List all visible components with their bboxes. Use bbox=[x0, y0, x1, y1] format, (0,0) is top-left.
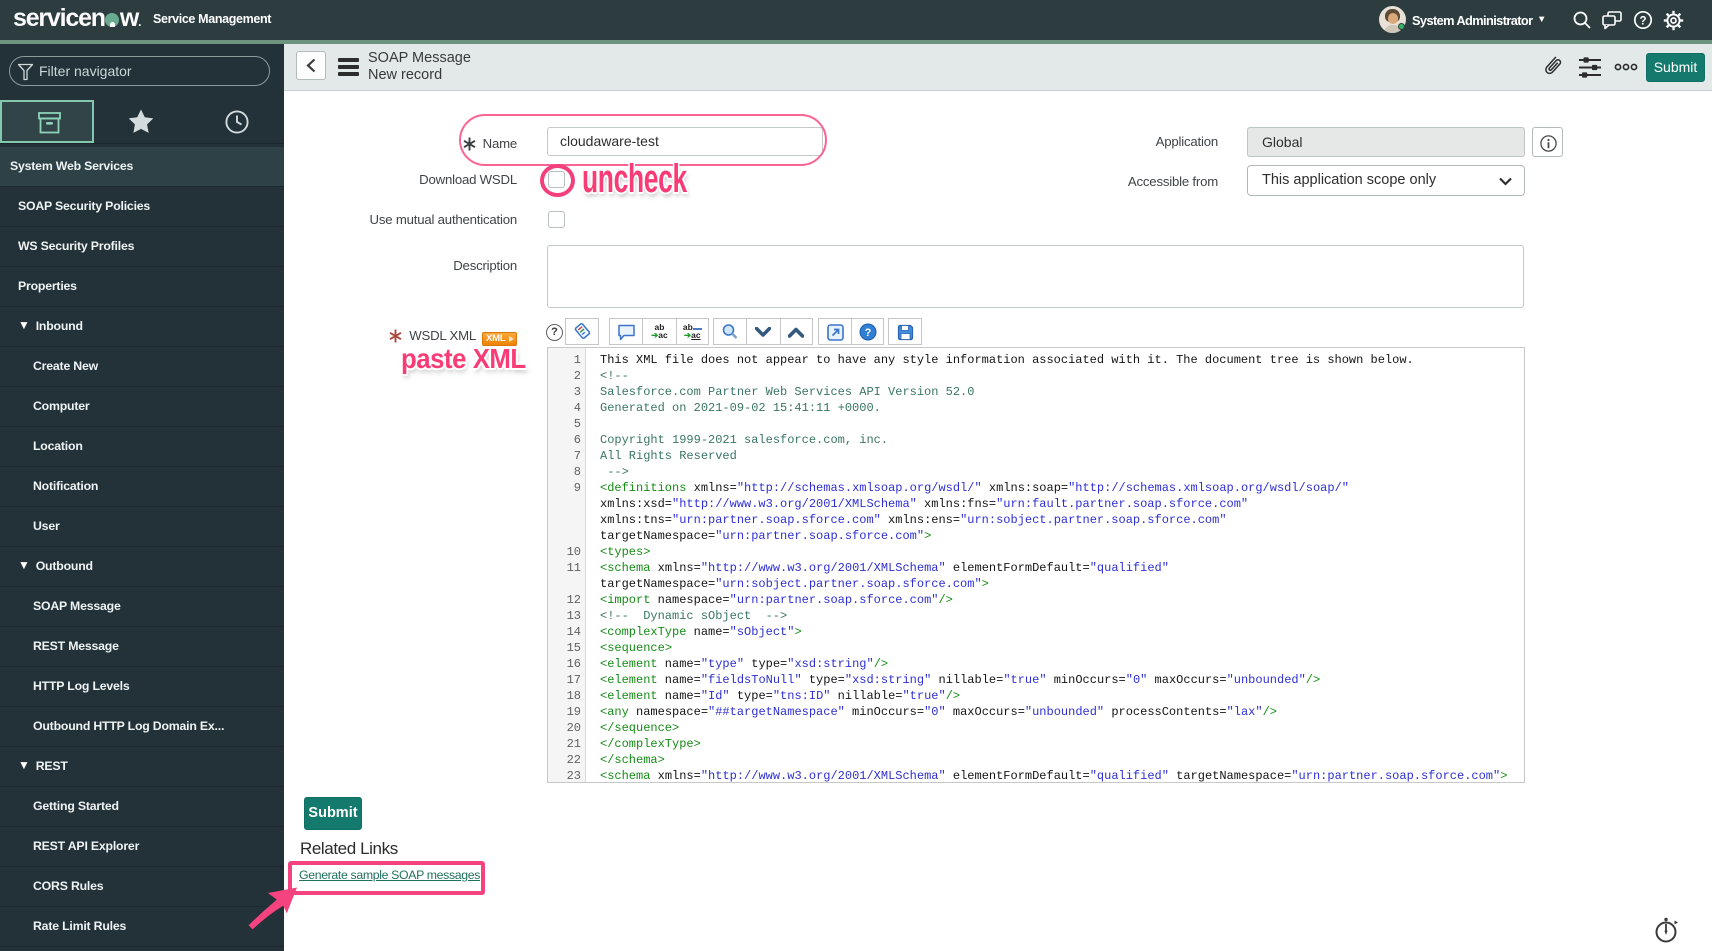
svg-text:?: ? bbox=[1639, 15, 1646, 27]
svg-text:?: ? bbox=[864, 327, 871, 339]
